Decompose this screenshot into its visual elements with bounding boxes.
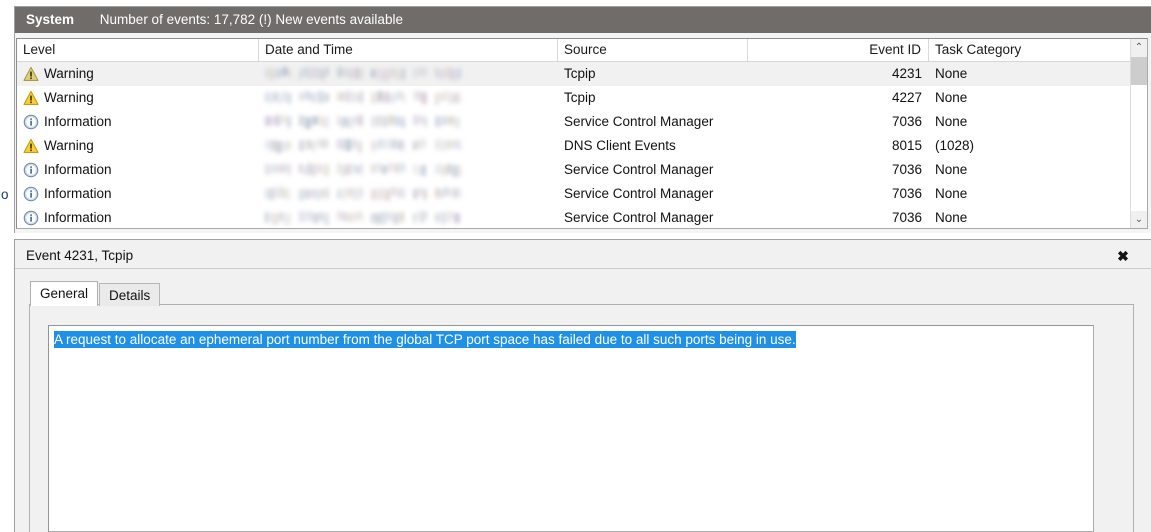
event-message-wrap: A request to allocate an ephemeral port … — [54, 331, 1087, 348]
redacted-datetime — [265, 139, 427, 152]
cell-level: Warning — [17, 134, 259, 158]
cell-datetime — [259, 86, 558, 110]
cell-source: DNS Client Events — [558, 134, 748, 158]
cell-level: Warning — [17, 62, 259, 86]
cell-event-id: 7036 — [748, 110, 929, 134]
events-column-header[interactable]: Level Date and Time Source Event ID Task Cat… — [17, 39, 1147, 62]
redacted-datetime — [265, 115, 427, 128]
column-header-datetime[interactable]: Date and Time — [259, 39, 558, 61]
cell-source: Service Control Manager — [558, 158, 748, 182]
cell-level-label: Warning — [44, 62, 94, 86]
cell-level-label: Information — [44, 158, 112, 182]
table-row[interactable]: Warning Tcpip4227None — [17, 86, 1147, 110]
column-header-source[interactable]: Source — [558, 39, 748, 61]
cell-task-category: None — [929, 206, 1132, 229]
cell-level-label: Information — [44, 182, 112, 206]
cell-task-category: None — [929, 86, 1132, 110]
cell-level: Information — [17, 206, 259, 229]
cell-level-label: Information — [44, 206, 112, 229]
cell-level: Information — [17, 158, 259, 182]
cell-datetime — [259, 158, 558, 182]
cell-source: Tcpip — [558, 62, 748, 86]
log-name-label: System — [26, 12, 74, 27]
tab-label: Details — [109, 288, 150, 303]
cell-event-id: 8015 — [748, 134, 929, 158]
table-row[interactable]: Information Service Control Manager7036No… — [17, 206, 1147, 229]
cell-event-id: 4231 — [748, 62, 929, 86]
warning-icon — [23, 138, 39, 154]
scroll-down-button[interactable]: ⌄ — [1131, 211, 1147, 228]
column-header-label: Source — [564, 42, 607, 57]
warning-icon — [23, 66, 39, 82]
cell-level: Warning — [17, 86, 259, 110]
tab-label: General — [40, 286, 88, 301]
left-edge-stub-glyph: o — [1, 188, 9, 202]
information-icon — [23, 114, 39, 130]
event-message-text: A request to allocate an ephemeral port … — [54, 331, 796, 348]
chevron-down-icon: ⌄ — [1135, 215, 1143, 225]
close-icon[interactable]: ✖ — [1112, 243, 1134, 269]
table-row[interactable]: Information Service Control Manager7036No… — [17, 110, 1147, 134]
column-header-label: Date and Time — [265, 42, 353, 57]
cell-level-label: Warning — [44, 86, 94, 110]
column-header-task_category[interactable]: Task Category — [929, 39, 1132, 61]
cell-datetime — [259, 134, 558, 158]
information-icon — [23, 210, 39, 226]
cell-task-category: None — [929, 182, 1132, 206]
redacted-datetime — [265, 67, 427, 80]
scroll-up-button[interactable]: ⌃ — [1131, 39, 1147, 56]
column-header-event_id[interactable]: Event ID — [748, 39, 929, 61]
table-row[interactable]: Warning DNS Client Events8015(1028) — [17, 134, 1147, 158]
events-vertical-scrollbar[interactable]: ⌃ ⌄ — [1130, 39, 1147, 228]
cell-source: Tcpip — [558, 86, 748, 110]
event-detail-title: Event 4231, Tcpip — [26, 243, 133, 269]
events-list-view[interactable]: Level Date and Time Source Event ID Task Cat… — [16, 38, 1148, 229]
cell-level: Information — [17, 110, 259, 134]
cell-task-category: None — [929, 110, 1132, 134]
redacted-datetime — [265, 163, 427, 176]
cell-event-id: 4227 — [748, 86, 929, 110]
tab-general[interactable]: General — [30, 281, 98, 306]
table-row[interactable]: Information Service Control Manager7036No… — [17, 182, 1147, 206]
cell-datetime — [259, 182, 558, 206]
scrollbar-track[interactable] — [1131, 85, 1147, 211]
column-header-level[interactable]: Level — [17, 39, 259, 61]
column-header-label: Level — [23, 42, 55, 57]
cell-event-id: 7036 — [748, 158, 929, 182]
cell-task-category: None — [929, 158, 1132, 182]
cell-event-id: 7036 — [748, 206, 929, 229]
cell-level-label: Information — [44, 110, 112, 134]
event-detail-title-bar: Event 4231, Tcpip ✖ — [15, 243, 1151, 269]
cell-source: Service Control Manager — [558, 110, 748, 134]
cell-datetime — [259, 206, 558, 229]
cell-level: Information — [17, 182, 259, 206]
cell-datetime — [259, 62, 558, 86]
events-rows[interactable]: WarningTcpip4231NoneWarningTcpip4227None… — [17, 62, 1147, 229]
scrollbar-thumb[interactable] — [1131, 57, 1147, 85]
column-header-label: Task Category — [935, 42, 1021, 57]
redacted-datetime — [265, 211, 427, 224]
cell-datetime — [259, 110, 558, 134]
detail-tabstrip[interactable]: General Details — [30, 281, 160, 305]
event-message-box[interactable]: A request to allocate an ephemeral port … — [48, 325, 1094, 532]
left-edge-stub: o — [0, 0, 14, 532]
information-icon — [23, 186, 39, 202]
column-header-label: Event ID — [869, 42, 921, 57]
cell-task-category: None — [929, 62, 1132, 86]
cell-event-id: 7036 — [748, 182, 929, 206]
log-header-bar: System Number of events: 17,782 (!) New … — [15, 7, 1151, 33]
redacted-datetime — [265, 91, 427, 104]
redacted-datetime — [265, 187, 427, 200]
table-row[interactable]: Information Service Control Manager7036No… — [17, 158, 1147, 182]
cell-level-label: Warning — [44, 134, 94, 158]
tab-details[interactable]: Details — [99, 283, 160, 306]
chevron-up-icon: ⌃ — [1135, 43, 1143, 53]
cell-task-category: (1028) — [929, 134, 1132, 158]
warning-icon — [23, 90, 39, 106]
cell-source: Service Control Manager — [558, 206, 748, 229]
information-icon — [23, 162, 39, 178]
log-status-label: Number of events: 17,782 (!) New events … — [100, 12, 403, 27]
table-row[interactable]: Warning Tcpip4231None — [17, 62, 1147, 86]
cell-source: Service Control Manager — [558, 182, 748, 206]
